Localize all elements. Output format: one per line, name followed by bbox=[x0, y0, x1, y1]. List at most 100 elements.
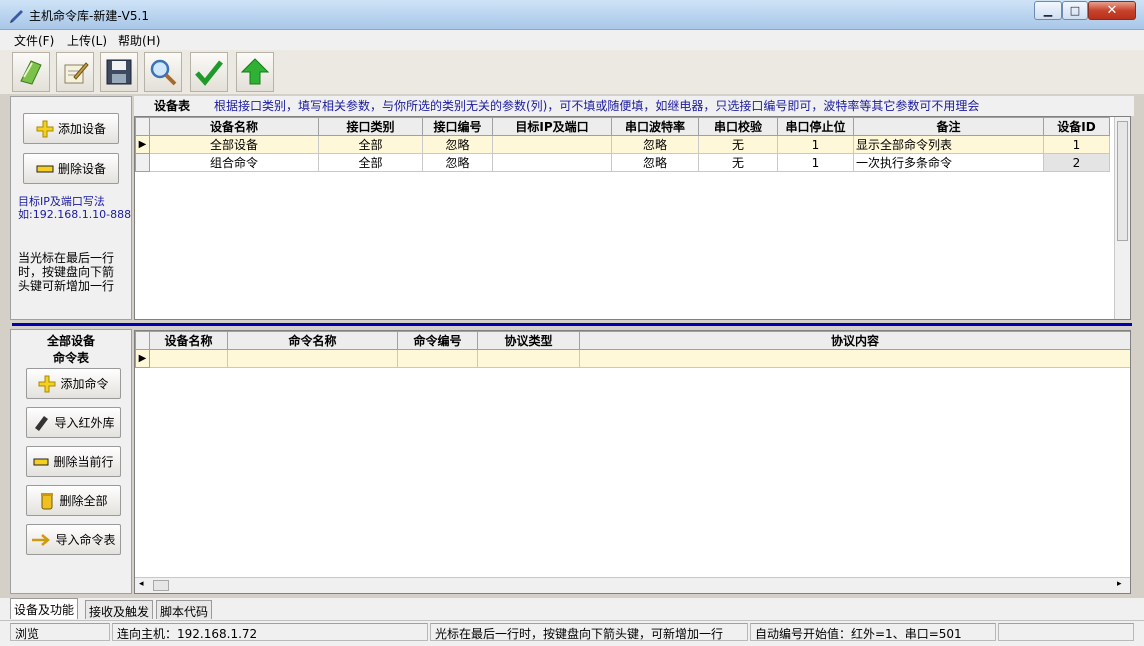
status-mode: 浏览 bbox=[10, 623, 110, 641]
table-cell[interactable] bbox=[492, 135, 612, 154]
device-table-vscrollbar[interactable] bbox=[1114, 117, 1130, 319]
plus-icon bbox=[38, 375, 56, 392]
delete-current-row-button[interactable]: 删除当前行 bbox=[26, 446, 121, 477]
col-remark[interactable]: 备注 bbox=[853, 117, 1044, 136]
col-device-id[interactable]: 设备ID bbox=[1043, 117, 1110, 136]
save-button[interactable] bbox=[100, 52, 138, 92]
col-interface-type[interactable]: 接口类别 bbox=[318, 117, 423, 136]
table-cell[interactable]: 忽略 bbox=[611, 153, 699, 172]
table-cell[interactable]: 1 bbox=[1043, 135, 1110, 154]
table-cell[interactable] bbox=[227, 349, 398, 368]
table-cell[interactable] bbox=[579, 349, 1130, 368]
col-device-name[interactable]: 设备名称 bbox=[149, 331, 228, 350]
app-icon bbox=[10, 10, 23, 23]
maximize-button[interactable]: □ bbox=[1062, 1, 1088, 20]
table-cell[interactable] bbox=[149, 349, 228, 368]
device-table: 设备名称 接口类别 接口编号 目标IP及端口 串口波特率 串口校验 串口停止位 … bbox=[134, 116, 1131, 320]
toolbar bbox=[0, 50, 1144, 94]
menu-bar: 文件(F) 上传(L) 帮助(H) bbox=[0, 30, 1144, 50]
bottom-tabs: 设备及功能 接收及触发 脚本代码 bbox=[0, 598, 1144, 620]
table-cell[interactable]: 全部设备 bbox=[149, 135, 319, 154]
table-cell[interactable]: 全部 bbox=[318, 135, 423, 154]
delete-device-label: 删除设备 bbox=[57, 162, 106, 176]
col-interface-number[interactable]: 接口编号 bbox=[422, 117, 493, 136]
upload-button[interactable] bbox=[236, 52, 274, 92]
plus-icon bbox=[36, 120, 54, 137]
search-magnifier-icon bbox=[150, 59, 177, 86]
table-cell[interactable]: 无 bbox=[698, 153, 778, 172]
device-table-header: 设备表 根据接口类别，填写相关参数，与你所选的类别无关的参数(列)，可不填或随便… bbox=[134, 96, 1134, 116]
row-indicator-header bbox=[135, 117, 150, 136]
scroll-thumb[interactable] bbox=[153, 580, 169, 591]
table-cell[interactable]: 一次执行多条命令 bbox=[853, 153, 1044, 172]
current-row-marker: ▶ bbox=[135, 349, 150, 368]
table-cell[interactable]: 1 bbox=[777, 153, 854, 172]
table-cell[interactable]: 显示全部命令列表 bbox=[853, 135, 1044, 154]
table-cell[interactable]: 2 bbox=[1043, 153, 1110, 172]
table-cell[interactable] bbox=[397, 349, 478, 368]
table-cell[interactable]: 全部 bbox=[318, 153, 423, 172]
scroll-thumb[interactable] bbox=[1117, 121, 1128, 241]
table-cell[interactable]: 忽略 bbox=[422, 153, 493, 172]
command-side-panel: 全部设备 命令表 添加命令 导入红外库 删除当前行 删除全部 导入命令表 bbox=[10, 329, 132, 594]
col-stop-bits[interactable]: 串口停止位 bbox=[777, 117, 854, 136]
tab-devices-functions[interactable]: 设备及功能 bbox=[10, 598, 79, 619]
command-table-hscrollbar[interactable]: ◂ ▸ bbox=[135, 577, 1130, 593]
device-table-head-row: 设备名称 接口类别 接口编号 目标IP及端口 串口波特率 串口校验 串口停止位 … bbox=[135, 117, 1110, 136]
menu-upload[interactable]: 上传(L) bbox=[67, 32, 107, 49]
menu-help[interactable]: 帮助(H) bbox=[118, 32, 160, 49]
status-connection: 连向主机：192.168.1.72 bbox=[112, 623, 428, 641]
open-book-icon bbox=[20, 60, 42, 85]
scroll-right-arrow-icon[interactable]: ▸ bbox=[1117, 579, 1122, 589]
device-table-label: 设备表 bbox=[154, 99, 191, 113]
device-table-hint: 根据接口类别，填写相关参数，与你所选的类别无关的参数(列)，可不填或随便填，如继… bbox=[214, 99, 980, 113]
delete-all-button[interactable]: 删除全部 bbox=[26, 485, 121, 516]
edit-notepad-icon bbox=[64, 62, 89, 84]
table-row[interactable]: ▶ bbox=[135, 349, 1130, 368]
confirm-button[interactable] bbox=[190, 52, 228, 92]
delete-current-row-label: 删除当前行 bbox=[53, 455, 114, 469]
table-cell[interactable] bbox=[477, 349, 580, 368]
edit-button[interactable] bbox=[56, 52, 94, 92]
col-target-ip[interactable]: 目标IP及端口 bbox=[492, 117, 612, 136]
search-button[interactable] bbox=[144, 52, 182, 92]
window-title: 主机命令库-新建-V5.1 bbox=[29, 9, 149, 23]
col-command-number[interactable]: 命令编号 bbox=[397, 331, 478, 350]
menu-file[interactable]: 文件(F) bbox=[14, 32, 54, 49]
import-arrow-icon bbox=[32, 533, 51, 546]
import-ir-button[interactable]: 导入红外库 bbox=[26, 407, 121, 438]
table-cell[interactable]: 组合命令 bbox=[149, 153, 319, 172]
trash-can-icon bbox=[41, 492, 54, 509]
ip-format-hint-line1: 目标IP及端口写法 bbox=[18, 195, 105, 208]
col-parity[interactable]: 串口校验 bbox=[698, 117, 778, 136]
col-command-name[interactable]: 命令名称 bbox=[227, 331, 398, 350]
command-table-title: 全部设备 命令表 bbox=[11, 333, 131, 367]
col-baud-rate[interactable]: 串口波特率 bbox=[611, 117, 699, 136]
col-protocol-content[interactable]: 协议内容 bbox=[579, 331, 1130, 350]
status-auto-number: 自动编号开始值：红外=1、串口=501 bbox=[750, 623, 996, 641]
delete-device-button[interactable]: 删除设备 bbox=[23, 153, 119, 184]
col-protocol-type[interactable]: 协议类型 bbox=[477, 331, 580, 350]
table-cell[interactable]: 忽略 bbox=[422, 135, 493, 154]
open-button[interactable] bbox=[12, 52, 50, 92]
minimize-button[interactable]: ▁ bbox=[1034, 1, 1062, 20]
add-device-button[interactable]: 添加设备 bbox=[23, 113, 119, 144]
section-divider bbox=[12, 323, 1132, 326]
col-device-name[interactable]: 设备名称 bbox=[149, 117, 319, 136]
command-table: 设备名称 命令名称 命令编号 协议类型 协议内容 ▶ ◂ ▸ bbox=[134, 330, 1131, 594]
table-cell[interactable]: 1 bbox=[777, 135, 854, 154]
tab-script-code[interactable]: 脚本代码 bbox=[156, 600, 213, 619]
close-button[interactable]: ✕ bbox=[1088, 1, 1136, 20]
table-cell[interactable] bbox=[492, 153, 612, 172]
import-command-table-button[interactable]: 导入命令表 bbox=[26, 524, 121, 555]
table-cell[interactable]: 忽略 bbox=[611, 135, 699, 154]
table-row[interactable]: 组合命令 全部 忽略 忽略 无 1 一次执行多条命令 2 bbox=[135, 153, 1110, 172]
table-cell[interactable]: 无 bbox=[698, 135, 778, 154]
tab-receive-trigger[interactable]: 接收及触发 bbox=[85, 600, 154, 619]
check-confirm-icon bbox=[195, 60, 223, 86]
status-bar: 浏览 连向主机：192.168.1.72 光标在最后一行时，按键盘向下箭头键，可… bbox=[0, 620, 1144, 646]
status-extra bbox=[998, 623, 1134, 641]
scroll-left-arrow-icon[interactable]: ◂ bbox=[139, 579, 144, 589]
add-command-button[interactable]: 添加命令 bbox=[26, 368, 121, 399]
table-row[interactable]: ▶ 全部设备 全部 忽略 忽略 无 1 显示全部命令列表 1 bbox=[135, 135, 1110, 154]
